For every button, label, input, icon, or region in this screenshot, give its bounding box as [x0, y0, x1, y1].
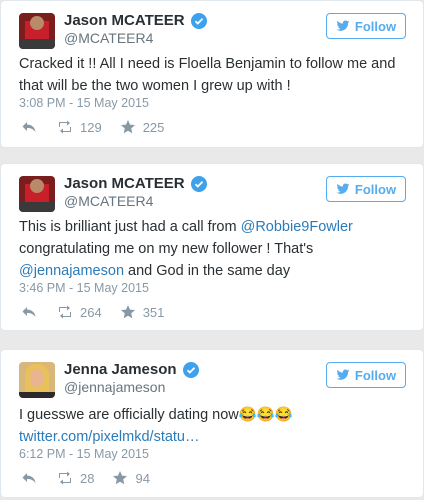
- follow-label: Follow: [354, 18, 397, 34]
- tweet-card: Jenna Jameson @jennajameson Follow I gue…: [0, 349, 424, 498]
- tweet-text: Cracked it !! All I need is Floella Benj…: [19, 56, 396, 94]
- user-handle[interactable]: @MCATEER4: [64, 30, 153, 46]
- follow-button[interactable]: Follow: [326, 362, 406, 388]
- display-name-text[interactable]: Jason MCATEER: [64, 12, 185, 29]
- reply-icon: [22, 122, 36, 132]
- follow-label: Follow: [354, 367, 397, 383]
- retweet-icon: [59, 120, 71, 134]
- reply-icon: [22, 307, 36, 317]
- tweet-card: Jason MCATEER @MCATEER4 Follow Cracked i…: [0, 0, 424, 148]
- twitter-bird-icon: [336, 20, 350, 31]
- tweet-text: This is brilliant just had a call from @…: [19, 216, 414, 282]
- retweet-count: 28: [80, 470, 95, 486]
- avatar[interactable]: [19, 362, 55, 398]
- tweet-text-segment: This is brilliant just had a call from: [19, 219, 241, 235]
- avatar[interactable]: [19, 176, 55, 212]
- retweet-count: 264: [80, 304, 102, 320]
- twitter-bird-icon: [336, 183, 350, 194]
- reply-button[interactable]: [21, 470, 37, 486]
- favorite-count: 351: [142, 304, 165, 320]
- user-handle[interactable]: @jennajameson: [64, 379, 165, 395]
- retweet-button[interactable]: 28: [57, 470, 94, 486]
- tweet-text-segment: and God in the same day: [124, 263, 291, 279]
- favorite-count: 225: [142, 119, 165, 135]
- display-name[interactable]: Jenna Jameson: [64, 361, 199, 378]
- tweet-timestamp[interactable]: 3:46 PM - 15 May 2015: [19, 281, 149, 295]
- favorite-count: 94: [135, 470, 150, 486]
- favorite-button[interactable]: 225: [120, 119, 165, 135]
- follow-button[interactable]: Follow: [326, 176, 406, 202]
- verified-badge-icon: [182, 361, 199, 378]
- avatar[interactable]: [19, 13, 55, 49]
- reply-button[interactable]: [21, 304, 37, 320]
- verified-badge-icon: [190, 12, 207, 29]
- tweet-link[interactable]: twitter.com/pixelmkd/statu…: [19, 426, 414, 448]
- star-icon: [120, 120, 135, 134]
- tweet-timestamp[interactable]: 6:12 PM - 15 May 2015: [19, 447, 149, 461]
- mention-link[interactable]: @Robbie9Fowler: [241, 219, 353, 235]
- display-name[interactable]: Jason MCATEER: [64, 175, 207, 192]
- tweet-card: Jason MCATEER @MCATEER4 Follow This is b…: [0, 163, 424, 331]
- twitter-bird-icon: [336, 369, 350, 380]
- reply-button[interactable]: [21, 119, 37, 135]
- retweet-count: 129: [80, 119, 102, 135]
- retweet-button[interactable]: 129: [57, 119, 102, 135]
- tweet-actions: 264 351: [21, 304, 164, 320]
- retweet-icon: [59, 471, 71, 485]
- retweet-button[interactable]: 264: [57, 304, 102, 320]
- display-name[interactable]: Jason MCATEER: [64, 12, 207, 29]
- tweet-timestamp[interactable]: 3:08 PM - 15 May 2015: [19, 96, 149, 110]
- display-name-text[interactable]: Jenna Jameson: [64, 361, 177, 378]
- follow-label: Follow: [354, 181, 397, 197]
- tweet-text-segment: congratulating me on my new follower ! T…: [19, 241, 314, 257]
- favorite-button[interactable]: 351: [120, 304, 165, 320]
- tweet-text-line: I guesswe are officially dating now😂😂😂: [19, 407, 293, 423]
- star-icon: [120, 305, 135, 319]
- tweet-text: I guesswe are officially dating now😂😂😂 t…: [19, 404, 414, 448]
- follow-button[interactable]: Follow: [326, 13, 406, 39]
- reply-icon: [22, 473, 36, 483]
- tweet-actions: 28 94: [21, 470, 150, 486]
- favorite-button[interactable]: 94: [112, 470, 150, 486]
- retweet-icon: [59, 305, 71, 319]
- star-icon: [113, 471, 128, 485]
- user-handle[interactable]: @MCATEER4: [64, 193, 153, 209]
- display-name-text[interactable]: Jason MCATEER: [64, 175, 185, 192]
- mention-link[interactable]: @jennajameson: [19, 263, 124, 279]
- verified-badge-icon: [190, 175, 207, 192]
- tweet-actions: 129 225: [21, 119, 164, 135]
